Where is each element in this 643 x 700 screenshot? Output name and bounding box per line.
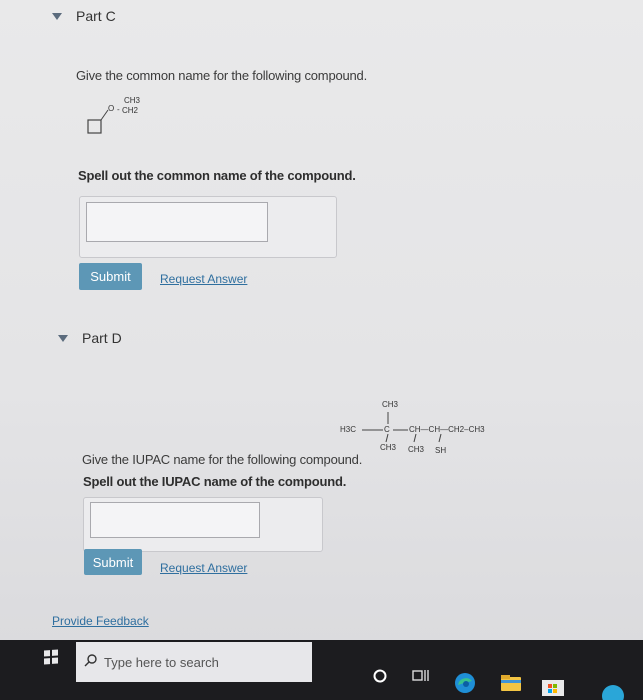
- task-view-icon[interactable]: [412, 668, 430, 684]
- ch2-label: CH2: [122, 106, 139, 115]
- part-d-structure: CH3 H3C C CH—CH—CH2–CH3 CH3 CH3 SH: [338, 396, 528, 460]
- part-d-header[interactable]: Part D: [58, 330, 122, 346]
- cortana-icon[interactable]: [372, 668, 388, 684]
- provide-feedback-link[interactable]: Provide Feedback: [52, 614, 149, 628]
- ch3-top-label: CH3: [382, 400, 399, 409]
- part-c-submit-button[interactable]: Submit: [79, 263, 142, 290]
- ch3-below-ch-label: CH3: [408, 445, 425, 454]
- oxygen-label: O: [108, 104, 115, 113]
- part-c-header[interactable]: Part C: [52, 8, 116, 24]
- part-d-question: Give the IUPAC name for the following co…: [82, 452, 363, 467]
- part-c-answer-input[interactable]: [86, 202, 268, 242]
- ch3-below-c-label: CH3: [380, 443, 397, 452]
- part-c-title: Part C: [76, 8, 116, 24]
- sh-label: SH: [435, 446, 447, 455]
- collapse-caret-icon[interactable]: [58, 334, 68, 342]
- search-icon: [84, 654, 97, 667]
- part-d-instruction: Spell out the IUPAC name of the compound…: [83, 474, 347, 489]
- collapse-caret-icon[interactable]: [52, 12, 62, 20]
- partial-app-icon[interactable]: [598, 682, 628, 700]
- part-c-request-answer-link[interactable]: Request Answer: [160, 272, 247, 286]
- part-c-question: Give the common name for the following c…: [76, 68, 367, 83]
- file-explorer-icon[interactable]: [500, 674, 522, 692]
- part-d-title: Part D: [82, 330, 122, 346]
- ch3-label: CH3: [124, 96, 141, 105]
- store-icon[interactable]: [542, 678, 564, 696]
- quaternary-c-label: C: [384, 425, 390, 434]
- search-placeholder: Type here to search: [104, 654, 219, 670]
- assignment-page: Part C Give the common name for the foll…: [0, 0, 643, 640]
- part-d-request-answer-link[interactable]: Request Answer: [160, 561, 247, 575]
- part-d-answer-input[interactable]: [90, 502, 260, 538]
- part-c-structure: CH3 O - CH2: [86, 96, 166, 138]
- part-d-submit-button[interactable]: Submit: [84, 549, 142, 575]
- edge-icon[interactable]: [454, 672, 476, 694]
- h3c-label: H3C: [340, 425, 357, 434]
- taskbar-search-box[interactable]: Type here to search: [76, 642, 312, 682]
- windows-icon[interactable]: [44, 649, 58, 665]
- chain-label: CH—CH—CH2–CH3: [409, 425, 485, 434]
- part-c-instruction: Spell out the common name of the compoun…: [78, 168, 356, 183]
